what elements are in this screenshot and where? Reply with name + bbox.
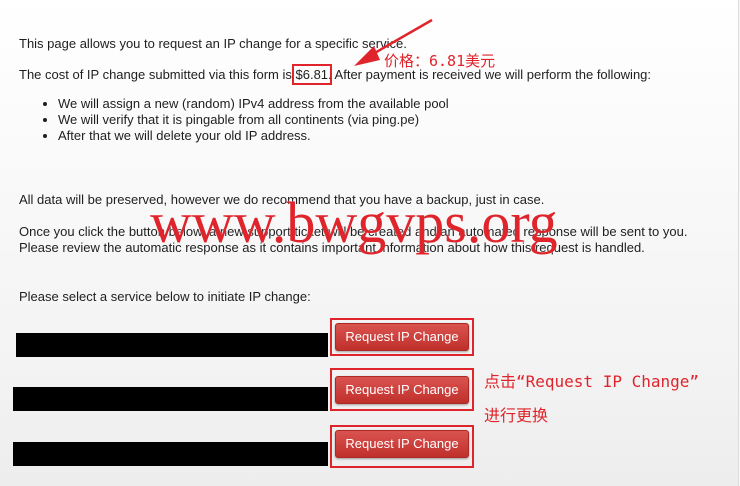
service-name-redacted xyxy=(16,333,328,357)
click-annotation-line1: 点击“Request IP Change” xyxy=(484,372,700,391)
list-item: We will verify that it is pingable from … xyxy=(58,112,449,128)
request-ip-change-button[interactable]: Request IP Change xyxy=(335,323,469,351)
content-panel: This page allows you to request an IP ch… xyxy=(0,0,739,486)
select-prompt: Please select a service below to initiat… xyxy=(19,289,311,304)
steps-list: We will assign a new (random) IPv4 addre… xyxy=(20,96,449,144)
service-name-redacted xyxy=(13,442,328,466)
list-item: After that we will delete your old IP ad… xyxy=(58,128,449,144)
cost-value: $6.81 xyxy=(291,64,333,85)
watermark-text: www.bwgvps.org xyxy=(150,190,558,255)
service-name-redacted xyxy=(13,387,328,411)
list-item: We will assign a new (random) IPv4 addre… xyxy=(58,96,449,112)
request-ip-change-button[interactable]: Request IP Change xyxy=(335,430,469,458)
price-annotation: 价格：6.81美元 xyxy=(384,52,496,70)
request-ip-change-button[interactable]: Request IP Change xyxy=(335,376,469,404)
click-annotation-line2: 进行更换 xyxy=(484,406,549,425)
cost-prefix: The cost of IP change submitted via this… xyxy=(19,67,296,82)
